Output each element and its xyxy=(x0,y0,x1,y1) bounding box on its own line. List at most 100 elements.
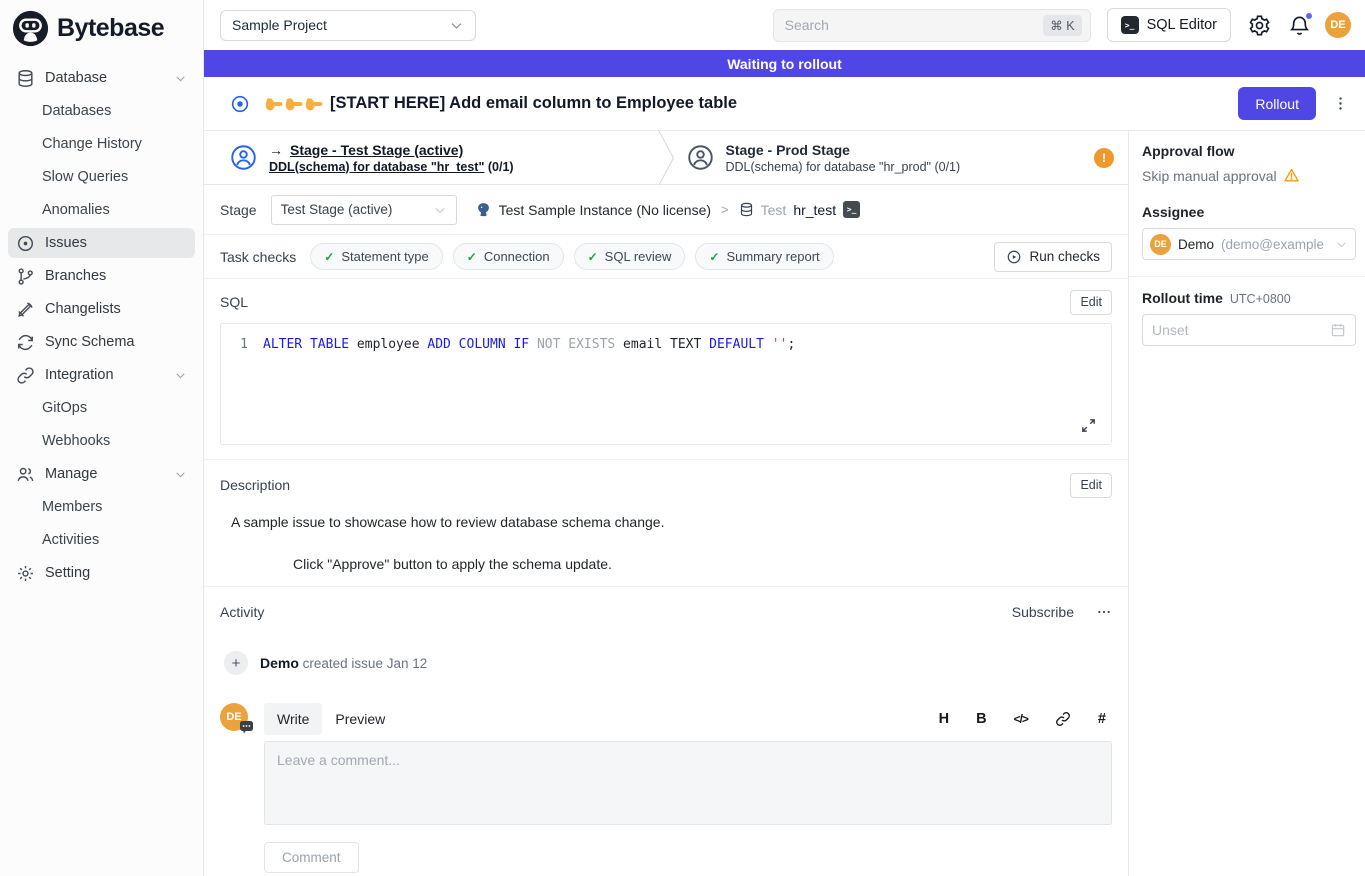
status-banner: Waiting to rollout xyxy=(204,50,1365,77)
bytebase-app: Bytebase Database Databases Change Histo… xyxy=(0,0,1365,876)
tab-write[interactable]: Write xyxy=(264,703,322,735)
run-checks-button[interactable]: Run checks xyxy=(994,242,1112,272)
settings-gear-icon[interactable] xyxy=(1248,14,1271,37)
stage-card-prod[interactable]: Stage - Prod Stage DDL(schema) for datab… xyxy=(675,131,1129,184)
subscribe-link[interactable]: Subscribe xyxy=(1012,604,1074,620)
check-statement-type[interactable]: ✓ Statement type xyxy=(310,243,443,270)
search-input[interactable] xyxy=(785,17,1044,33)
project-select[interactable]: Sample Project xyxy=(220,10,476,41)
chevron-down-icon xyxy=(433,203,447,217)
fullscreen-expand-icon[interactable] xyxy=(1080,417,1097,434)
check-connection[interactable]: ✓ Connection xyxy=(453,243,564,270)
sidebar-item-manage[interactable]: Manage xyxy=(8,459,195,489)
activity-event: + Demo created issue Jan 12 xyxy=(220,651,1112,675)
rollout-button[interactable]: Rollout xyxy=(1238,87,1316,120)
event-date: Jan 12 xyxy=(387,656,428,671)
sidebar-item-members[interactable]: Members xyxy=(8,492,195,522)
comment-submit-button[interactable]: Comment xyxy=(264,842,359,873)
issues-icon xyxy=(16,234,35,253)
stage-name: Stage - Prod Stage xyxy=(726,142,961,158)
sidebar-item-database[interactable]: Database xyxy=(8,63,195,93)
rollout-time-input[interactable] xyxy=(1152,322,1324,338)
logo[interactable]: Bytebase xyxy=(0,0,203,55)
sql-label: SQL xyxy=(220,294,248,310)
rollout-time-label: Rollout time xyxy=(1142,290,1223,306)
stage-card-test[interactable]: → Stage - Test Stage (active) DDL(schema… xyxy=(204,131,658,184)
check-sql-review[interactable]: ✓ SQL review xyxy=(574,243,686,270)
sidebar-item-databases[interactable]: Databases xyxy=(8,96,195,126)
code-format-button[interactable]: </> xyxy=(1014,712,1028,726)
stage-task-count: (0/1) xyxy=(488,160,514,174)
description-edit-button[interactable]: Edit xyxy=(1070,473,1112,498)
issue-side-panel: Approval flow Skip manual approval Assig… xyxy=(1128,131,1365,876)
sql-edit-button[interactable]: Edit xyxy=(1070,290,1112,315)
database-icon xyxy=(739,202,754,217)
chevron-down-icon xyxy=(1335,238,1348,251)
sidebar-item-issues[interactable]: Issues xyxy=(8,228,195,258)
bold-format-button[interactable]: B xyxy=(976,711,986,727)
sidebar-item-changelists[interactable]: Changelists xyxy=(8,294,195,324)
commenter-avatar: DE xyxy=(220,703,248,731)
assignee-name: Demo xyxy=(1178,237,1214,252)
format-toolbar: H B </> # xyxy=(939,711,1112,727)
rollout-time-picker[interactable] xyxy=(1142,314,1356,346)
activity-label: Activity xyxy=(220,604,264,620)
sidebar-item-change-history[interactable]: Change History xyxy=(8,129,195,159)
notifications-bell-icon[interactable] xyxy=(1288,14,1311,37)
environment-label: Test xyxy=(761,202,787,218)
stage-task: DDL(schema) for database "hr_test" xyxy=(269,160,484,174)
postgresql-icon xyxy=(475,201,492,218)
issue-header: [START HERE] Add email column to Employe… xyxy=(204,77,1365,131)
sidebar-item-slow-queries[interactable]: Slow Queries xyxy=(8,162,195,192)
description-line: Click "Approve" button to apply the sche… xyxy=(293,556,1112,572)
database-icon xyxy=(16,69,35,88)
more-options-icon[interactable] xyxy=(1096,604,1112,620)
chevron-down-icon xyxy=(174,369,187,382)
user-avatar[interactable]: DE xyxy=(1325,12,1351,38)
description-label: Description xyxy=(220,477,290,493)
chevron-down-icon xyxy=(449,18,464,33)
sidebar-item-integration[interactable]: Integration xyxy=(8,360,195,390)
warning-badge: ! xyxy=(1094,148,1114,168)
arrow-right-icon: → xyxy=(269,142,283,158)
sidebar-item-activities[interactable]: Activities xyxy=(8,525,195,555)
pencil-ruler-icon xyxy=(16,300,35,319)
assignee-select[interactable]: DE Demo (demo@example xyxy=(1142,228,1356,260)
heading-format-button[interactable]: H xyxy=(939,711,949,727)
sql-editor[interactable]: 1 ALTER TABLE employee ADD COLUMN IF NOT… xyxy=(220,323,1112,445)
stage-select[interactable]: Test Stage (active) xyxy=(271,195,457,225)
stage-selector-row: Stage Test Stage (active) Test Sample In… xyxy=(204,185,1128,235)
event-action: created issue xyxy=(299,656,387,671)
sidebar-item-webhooks[interactable]: Webhooks xyxy=(8,426,195,456)
calendar-icon xyxy=(1330,322,1346,338)
stage-separator xyxy=(658,131,675,184)
event-user: Demo xyxy=(260,655,299,671)
stage-task: DDL(schema) for database "hr_prod" (0/1) xyxy=(726,160,961,174)
sidebar-item-anomalies[interactable]: Anomalies xyxy=(8,195,195,225)
git-branch-icon xyxy=(16,267,35,286)
sidebar-item-gitops[interactable]: GitOps xyxy=(8,393,195,423)
hashtag-format-button[interactable]: # xyxy=(1098,711,1106,727)
comment-input[interactable] xyxy=(264,741,1112,825)
link-format-button[interactable] xyxy=(1055,711,1071,727)
sidebar-item-sync-schema[interactable]: Sync Schema xyxy=(8,327,195,357)
check-pass-icon: ✓ xyxy=(588,250,598,264)
panel-divider xyxy=(1129,276,1365,277)
notification-dot xyxy=(1305,12,1313,20)
database-link[interactable]: hr_test xyxy=(793,202,836,218)
search-box[interactable]: ⌘ K xyxy=(773,9,1091,42)
open-sql-editor-icon[interactable]: >_ xyxy=(843,201,860,218)
search-shortcut: ⌘ K xyxy=(1043,15,1081,36)
chevron-down-icon xyxy=(174,468,187,481)
kebab-menu-icon[interactable] xyxy=(1332,95,1349,112)
tab-preview[interactable]: Preview xyxy=(322,703,398,735)
sidebar-item-branches[interactable]: Branches xyxy=(8,261,195,291)
instance-link[interactable]: Test Sample Instance (No license) xyxy=(499,202,711,218)
issue-title: [START HERE] Add email column to Employe… xyxy=(330,94,737,113)
pointing-hand-icons xyxy=(264,94,324,114)
check-summary-report[interactable]: ✓ Summary report xyxy=(695,243,833,270)
sidebar-nav: Database Databases Change History Slow Q… xyxy=(0,55,203,588)
sql-editor-button[interactable]: >_ SQL Editor xyxy=(1107,8,1231,42)
comment-composer: DE Write Preview H B </> xyxy=(220,703,1112,873)
sidebar-item-setting[interactable]: Setting xyxy=(8,558,195,588)
